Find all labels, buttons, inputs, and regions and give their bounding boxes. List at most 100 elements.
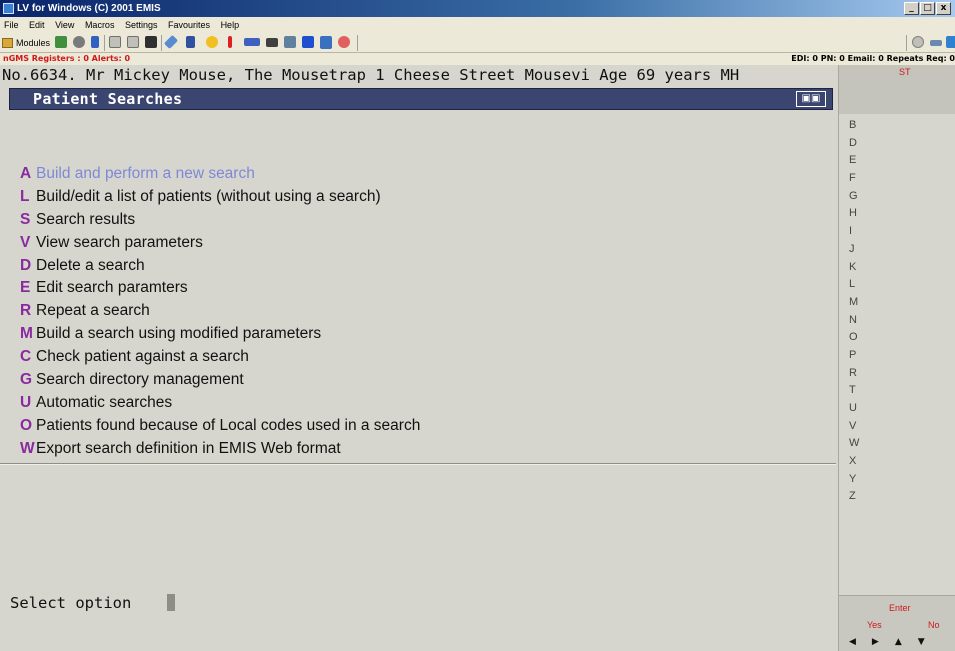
st-tab[interactable]: ST <box>899 67 911 77</box>
alpha-index-f[interactable]: F <box>849 170 859 188</box>
menu-option-key: C <box>20 348 32 366</box>
menu-option-u[interactable]: U Automatic searches <box>20 392 420 415</box>
menu-option-r[interactable]: R Repeat a search <box>20 300 420 323</box>
menu-option-key: O <box>20 416 33 434</box>
menu-option-label: Automatic searches <box>36 393 173 411</box>
menu-macros[interactable]: Macros <box>81 17 119 33</box>
restore-button[interactable]: □ <box>920 2 935 15</box>
menu-option-v[interactable]: V View search parameters <box>20 232 420 255</box>
paste-icon[interactable] <box>127 36 139 48</box>
reset-icon[interactable] <box>338 36 350 48</box>
alpha-index-h[interactable]: H <box>849 205 859 223</box>
window-icon[interactable] <box>946 36 955 48</box>
select-option-prompt: Select option <box>10 594 132 612</box>
alpha-index-j[interactable]: J <box>849 241 859 259</box>
app-icon <box>3 3 14 14</box>
back-arrow-icon[interactable] <box>930 40 942 46</box>
menu-option-l[interactable]: L Build/edit a list of patients (without … <box>20 186 420 209</box>
menu-option-a[interactable]: A Build and perform a new search <box>20 163 420 186</box>
alpha-index-y[interactable]: Y <box>849 471 859 489</box>
alpha-index-n[interactable]: N <box>849 312 859 330</box>
minimize-button[interactable]: _ <box>904 2 919 15</box>
alpha-index-u[interactable]: U <box>849 400 859 418</box>
input-cursor[interactable] <box>167 594 175 611</box>
alpha-index-r[interactable]: R <box>849 365 859 383</box>
card-icon[interactable] <box>266 38 278 47</box>
menu-option-s[interactable]: S Search results <box>20 209 420 232</box>
alpha-index-k[interactable]: K <box>849 259 859 277</box>
printer-icon[interactable] <box>145 36 157 48</box>
alpha-index-o[interactable]: O <box>849 329 859 347</box>
menu-file[interactable]: File <box>0 17 23 33</box>
search-icon[interactable] <box>302 36 314 48</box>
screen-title: Patient Searches <box>33 90 183 108</box>
alpha-index-z[interactable]: Z <box>849 488 859 506</box>
menu-option-key: M <box>20 325 33 343</box>
menu-option-label: View search parameters <box>36 233 203 251</box>
toolbar-separator <box>906 35 907 51</box>
modules-button[interactable]: Modules <box>2 35 50 51</box>
close-button[interactable]: x <box>936 2 951 15</box>
menu-help[interactable]: Help <box>217 17 244 33</box>
layout-icon[interactable]: ▣▣ <box>796 91 826 107</box>
menu-option-key: W <box>20 439 35 457</box>
menu-option-label: Check patient against a search <box>36 348 249 366</box>
toolbar-separator <box>161 35 162 51</box>
alpha-index-m[interactable]: M <box>849 294 859 312</box>
document-icon[interactable] <box>320 36 332 49</box>
alpha-index-e[interactable]: E <box>849 152 859 170</box>
alpha-index-i[interactable]: I <box>849 223 859 241</box>
alpha-index-v[interactable]: V <box>849 418 859 436</box>
alpha-index-g[interactable]: G <box>849 188 859 206</box>
clock-icon[interactable] <box>73 36 85 48</box>
menu-option-m[interactable]: M Build a search using modified parameter… <box>20 323 420 346</box>
alpha-index-b[interactable]: B <box>849 117 859 135</box>
menu-option-c[interactable]: C Check patient against a search <box>20 346 420 369</box>
menu-favourites[interactable]: Favourites <box>164 17 214 33</box>
menu-settings[interactable]: Settings <box>121 17 162 33</box>
menu-option-g[interactable]: G Search directory management <box>20 369 420 392</box>
menu-option-key: V <box>20 233 31 251</box>
yes-key[interactable]: Yes <box>867 620 882 630</box>
arrow-keys[interactable]: ◀▶▲▼ <box>849 637 941 647</box>
messages-status: EDI: 0 PN: 0 Email: 0 Repeats Req: 0 <box>791 54 955 63</box>
alpha-index-d[interactable]: D <box>849 135 859 153</box>
syringe-icon[interactable] <box>163 34 179 50</box>
title-bar: LV for Windows (C) 2001 EMIS _ □ x <box>0 0 955 17</box>
menu-edit[interactable]: Edit <box>25 17 49 33</box>
menu-option-key: A <box>20 165 32 182</box>
right-panel: ST BDEFGHIJKLMNOPRTUVWXYZ Enter Yes No ◀… <box>838 65 955 651</box>
alpha-index-t[interactable]: T <box>849 382 859 400</box>
star-icon[interactable] <box>206 36 218 48</box>
book-icon[interactable] <box>91 36 99 48</box>
menu-option-e[interactable]: E Edit search paramters <box>20 277 420 300</box>
help-icon[interactable] <box>912 36 924 48</box>
alphabet-index: BDEFGHIJKLMNOPRTUVWXYZ <box>849 117 859 506</box>
menu-view[interactable]: View <box>51 17 78 33</box>
menu-option-d[interactable]: D Delete a search <box>20 255 420 278</box>
window-title: LV for Windows (C) 2001 EMIS <box>17 3 161 14</box>
alert-icon[interactable] <box>228 36 232 48</box>
flask-icon[interactable] <box>186 36 195 48</box>
enter-key[interactable]: Enter <box>889 603 911 613</box>
alpha-index-w[interactable]: W <box>849 435 859 453</box>
menu-option-label: Patients found because of Local codes us… <box>36 416 421 434</box>
menu-option-key: U <box>20 393 32 411</box>
patient-banner: No.6634. Mr Mickey Mouse, The Mousetrap … <box>0 65 838 85</box>
people-icon[interactable] <box>55 36 67 48</box>
menu-option-w[interactable]: WExport search definition in EMIS Web fo… <box>20 438 420 461</box>
menu-option-key: R <box>20 302 32 320</box>
monitor-icon[interactable] <box>284 36 296 48</box>
menu-option-o[interactable]: O Patients found because of Local codes u… <box>20 415 420 438</box>
modules-icon <box>2 38 13 48</box>
right-panel-header: ST <box>839 65 955 114</box>
menu-option-label: Search results <box>36 210 136 228</box>
alpha-index-l[interactable]: L <box>849 276 859 294</box>
no-key[interactable]: No <box>928 620 940 630</box>
copy-icon[interactable] <box>109 36 121 48</box>
alpha-index-x[interactable]: X <box>849 453 859 471</box>
menu-option-label: Search directory management <box>36 371 244 389</box>
alpha-index-p[interactable]: P <box>849 347 859 365</box>
modules-label: Modules <box>16 38 51 48</box>
mail-icon[interactable] <box>244 38 260 46</box>
